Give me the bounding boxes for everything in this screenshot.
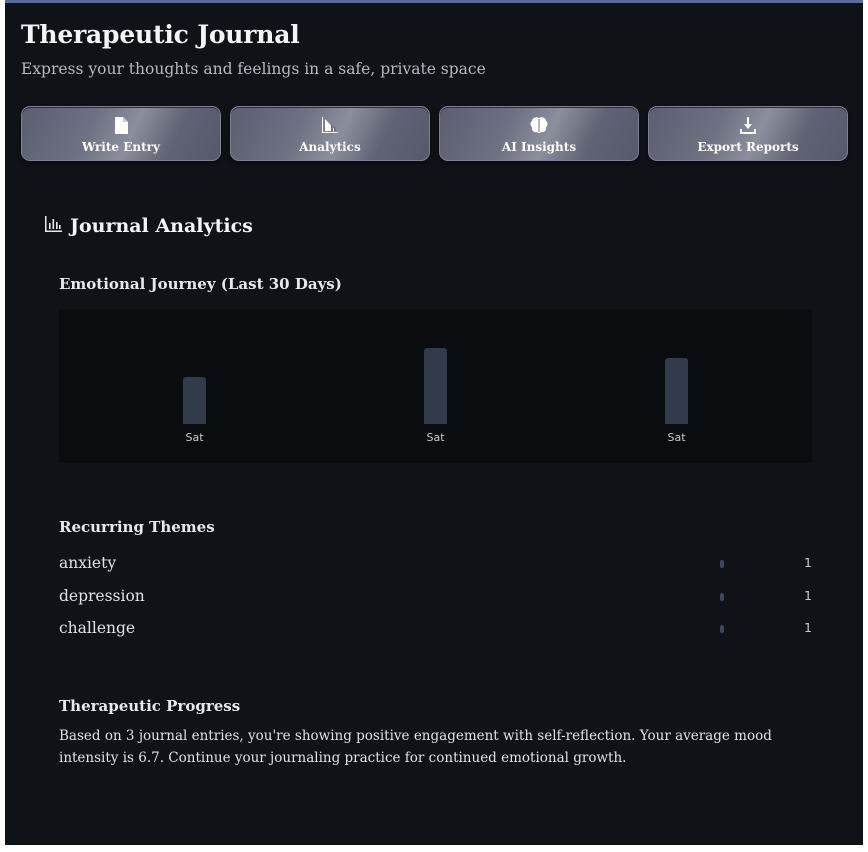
theme-row: depression 1 [59,587,812,609]
chart-icon [231,117,429,135]
tab-analytics[interactable]: Analytics [230,106,430,161]
theme-bar [720,593,724,601]
tab-label: Export Reports [697,140,799,154]
therapeutic-progress-title: Therapeutic Progress [59,697,241,715]
bar-chart-icon [45,215,62,237]
theme-name: depression [59,587,145,605]
emotional-journey-chart: Sat Sat Sat [59,309,812,463]
tab-label: Write Entry [82,140,160,154]
journal-app: Therapeutic Journal Express your thought… [5,0,863,845]
emotional-journey-title: Emotional Journey (Last 30 Days) [59,275,342,293]
tab-label: AI Insights [501,140,577,154]
document-icon [22,117,220,135]
therapeutic-progress-text: Based on 3 journal entries, you're showi… [59,728,772,766]
theme-name: anxiety [59,554,117,572]
theme-count: 1 [804,620,812,635]
chart-x-label: Sat [667,431,686,444]
chart-bar [183,376,206,424]
tab-ai-insights[interactable]: AI Insights [439,106,639,161]
brain-icon [440,117,638,135]
theme-bar [720,625,724,633]
analytics-title: Journal Analytics [70,215,253,237]
page-subtitle: Express your thoughts and feelings in a … [21,60,486,78]
chart-bar [665,357,688,424]
chart-x-label: Sat [426,431,445,444]
theme-name: challenge [59,619,136,637]
page-title: Therapeutic Journal [21,20,300,49]
theme-row: anxiety 1 [59,554,812,576]
analytics-heading: Journal Analytics [45,215,253,237]
recurring-themes-title: Recurring Themes [59,518,215,536]
download-icon [649,117,847,135]
theme-bar [720,560,724,568]
tab-label: Analytics [299,140,361,154]
tab-export-reports[interactable]: Export Reports [648,106,848,161]
theme-count: 1 [804,588,812,603]
chart-bar [424,348,447,424]
theme-row: challenge 1 [59,619,812,641]
tab-write-entry[interactable]: Write Entry [21,106,221,161]
tab-bar: Write Entry Analytics AI Insights Export… [21,106,851,163]
theme-count: 1 [804,555,812,570]
chart-x-label: Sat [185,431,204,444]
